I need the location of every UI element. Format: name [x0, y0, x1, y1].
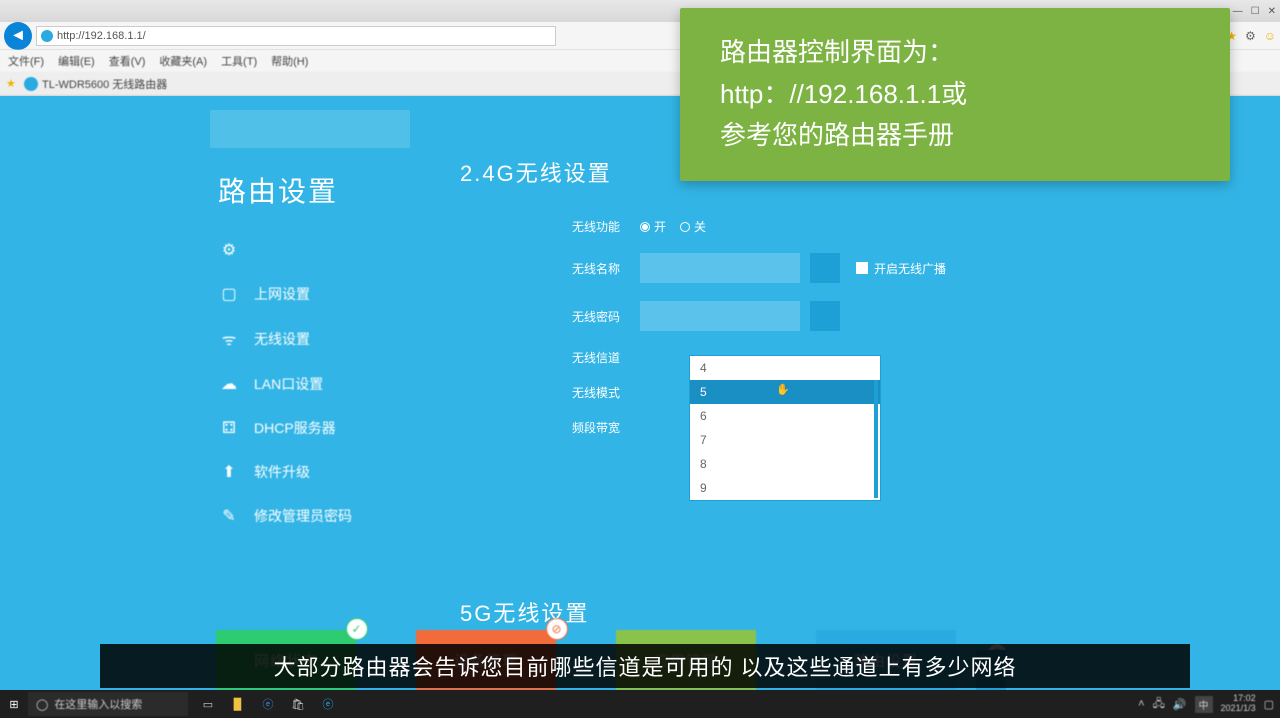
menu-tools[interactable]: 工具(T): [221, 53, 257, 69]
cloud-icon: ☁: [218, 374, 240, 394]
radio-on[interactable]: [640, 222, 650, 232]
sidebar-title: 路由设置: [210, 158, 410, 228]
upload-icon: ⬆: [218, 462, 240, 482]
label-radio: 无线功能: [460, 218, 640, 235]
grid-icon: ⚃: [218, 418, 240, 438]
ssid-input[interactable]: [640, 253, 800, 283]
store-icon[interactable]: 🛍: [288, 698, 308, 711]
wifi-icon: ᯤ: [218, 328, 240, 350]
menu-help[interactable]: 帮助(H): [271, 53, 308, 69]
channel-dropdown[interactable]: 4 5✋ 6 7 8 9: [690, 356, 880, 500]
window-max[interactable]: ☐: [1251, 6, 1260, 17]
window-close[interactable]: ✕: [1268, 6, 1276, 17]
taskbar-pinned: ▭ ▉ ⓔ 🛍 ⓔ: [198, 696, 338, 712]
sidebar-item-label: 上网设置: [254, 284, 310, 304]
radio-on-text: 开: [654, 218, 666, 235]
sidebar-item-wireless[interactable]: ᯤ 无线设置: [210, 316, 410, 362]
tab-title[interactable]: TL-WDR5600 无线路由器: [42, 76, 167, 92]
dropdown-scrollbar[interactable]: [874, 380, 878, 498]
sidebar-item-overview[interactable]: ⚙: [210, 228, 410, 272]
sidebar-item-label: DHCP服务器: [254, 418, 336, 438]
label-width: 频段带宽: [460, 419, 640, 436]
menu-view[interactable]: 查看(V): [109, 53, 146, 69]
dropdown-option-4[interactable]: 4: [690, 356, 880, 380]
start-button[interactable]: ⊞: [0, 690, 28, 718]
router-page: 路由设置 ⚙ ▢ 上网设置 ᯤ 无线设置 ☁ LAN口设置 ⚃ DHCP服务器 ⬆ 软件升…: [0, 96, 1280, 690]
label-mode: 无线模式: [460, 384, 640, 401]
address-bar[interactable]: http://192.168.1.1/: [36, 26, 556, 46]
search-placeholder: 在这里输入以搜索: [54, 696, 142, 712]
radio-off[interactable]: [680, 222, 690, 232]
site-favicon: [41, 30, 53, 42]
sidebar-item-upgrade[interactable]: ⬆ 软件升级: [210, 450, 410, 494]
laptop-icon: ▢: [218, 284, 240, 304]
sidebar: 路由设置 ⚙ ▢ 上网设置 ᯤ 无线设置 ☁ LAN口设置 ⚃ DHCP服务器 ⬆ 软件升…: [210, 110, 410, 538]
taskview-icon[interactable]: ▭: [198, 698, 218, 711]
row-ssid: 无线名称 开启无线广播: [460, 253, 1200, 283]
smile-icon[interactable]: ☺: [1264, 29, 1276, 43]
callout-line1: 路由器控制界面为：: [720, 32, 1190, 74]
ssid-input-tail: [810, 253, 840, 283]
block-badge-icon: ⊘: [546, 618, 568, 640]
pwd-input-tail: [810, 301, 840, 331]
tab-favicon: [24, 77, 38, 91]
taskbar-search[interactable]: ◯ 在这里输入以搜索: [28, 692, 188, 716]
window-min[interactable]: —: [1233, 6, 1243, 17]
radio-off-text: 关: [694, 218, 706, 235]
gauge-icon: ⚙: [218, 240, 240, 260]
sidebar-item-dhcp[interactable]: ⚃ DHCP服务器: [210, 406, 410, 450]
taskbar-tray: ˄ 🖧 🔊 中 17:02 2021/1/3 ▢: [1138, 694, 1280, 714]
instruction-callout: 路由器控制界面为： http：//192.168.1.1或 参考您的路由器手册: [680, 8, 1230, 181]
sidebar-item-wan[interactable]: ▢ 上网设置: [210, 272, 410, 316]
explorer-icon[interactable]: ▉: [228, 698, 248, 711]
dropdown-option-7[interactable]: 7: [690, 428, 880, 452]
pwd-input[interactable]: [640, 301, 800, 331]
ime-indicator[interactable]: 中: [1195, 696, 1213, 713]
menu-edit[interactable]: 编辑(E): [58, 53, 95, 69]
video-subtitle: 大部分路由器会告诉您目前哪些信道是可用的 以及这些通道上有多少网络: [100, 644, 1190, 688]
ie-icon[interactable]: ⓔ: [318, 696, 338, 712]
sidebar-item-label: 软件升级: [254, 462, 310, 482]
clock-date: 2021/1/3: [1221, 704, 1256, 714]
back-button[interactable]: ◄: [4, 22, 32, 50]
callout-line3: 参考您的路由器手册: [720, 115, 1190, 157]
label-ssid: 无线名称: [460, 260, 640, 277]
fav-star-icon[interactable]: ★: [6, 77, 20, 91]
pencil-icon: ✎: [218, 506, 240, 526]
section-title-5g: 5G无线设置: [460, 596, 589, 628]
row-password: 无线密码: [460, 301, 1200, 331]
gear-icon[interactable]: ⚙: [1245, 29, 1256, 43]
notifications-icon[interactable]: ▢: [1264, 698, 1274, 711]
sidebar-item-lan[interactable]: ☁ LAN口设置: [210, 362, 410, 406]
clock[interactable]: 17:02 2021/1/3: [1221, 694, 1256, 714]
cursor-icon: ✋: [776, 383, 790, 396]
dropdown-option-8[interactable]: 8: [690, 452, 880, 476]
menu-fav[interactable]: 收藏夹(A): [159, 53, 207, 69]
callout-line2: http：//192.168.1.1或: [720, 74, 1190, 116]
dropdown-option-6[interactable]: 6: [690, 404, 880, 428]
volume-icon[interactable]: 🔊: [1173, 698, 1187, 711]
menu-file[interactable]: 文件(F): [8, 53, 44, 69]
sidebar-item-label: 修改管理员密码: [254, 506, 352, 526]
row-radio-enable: 无线功能 开 关: [460, 218, 1200, 235]
dropdown-option-5[interactable]: 5✋: [690, 380, 880, 404]
sidebar-item-label: LAN口设置: [254, 374, 323, 394]
tray-up-icon[interactable]: ˄: [1138, 698, 1144, 710]
sidebar-item-password[interactable]: ✎ 修改管理员密码: [210, 494, 410, 538]
dropdown-option-9[interactable]: 9: [690, 476, 880, 500]
check-badge-icon: ✓: [346, 618, 368, 640]
broadcast-label: 开启无线广播: [874, 260, 946, 277]
edge-icon[interactable]: ⓔ: [258, 696, 278, 712]
label-channel: 无线信道: [460, 349, 640, 366]
taskbar: ⊞ ◯ 在这里输入以搜索 ▭ ▉ ⓔ 🛍 ⓔ ˄ 🖧 🔊 中 17:02 202…: [0, 690, 1280, 718]
sidebar-item-label: 无线设置: [254, 329, 310, 349]
label-pwd: 无线密码: [460, 308, 640, 325]
url-text: http://192.168.1.1/: [57, 30, 146, 42]
cortana-icon: ◯: [36, 698, 48, 711]
network-icon[interactable]: 🖧: [1153, 695, 1165, 714]
sidebar-header-block: [210, 110, 410, 148]
broadcast-checkbox[interactable]: [856, 262, 868, 274]
